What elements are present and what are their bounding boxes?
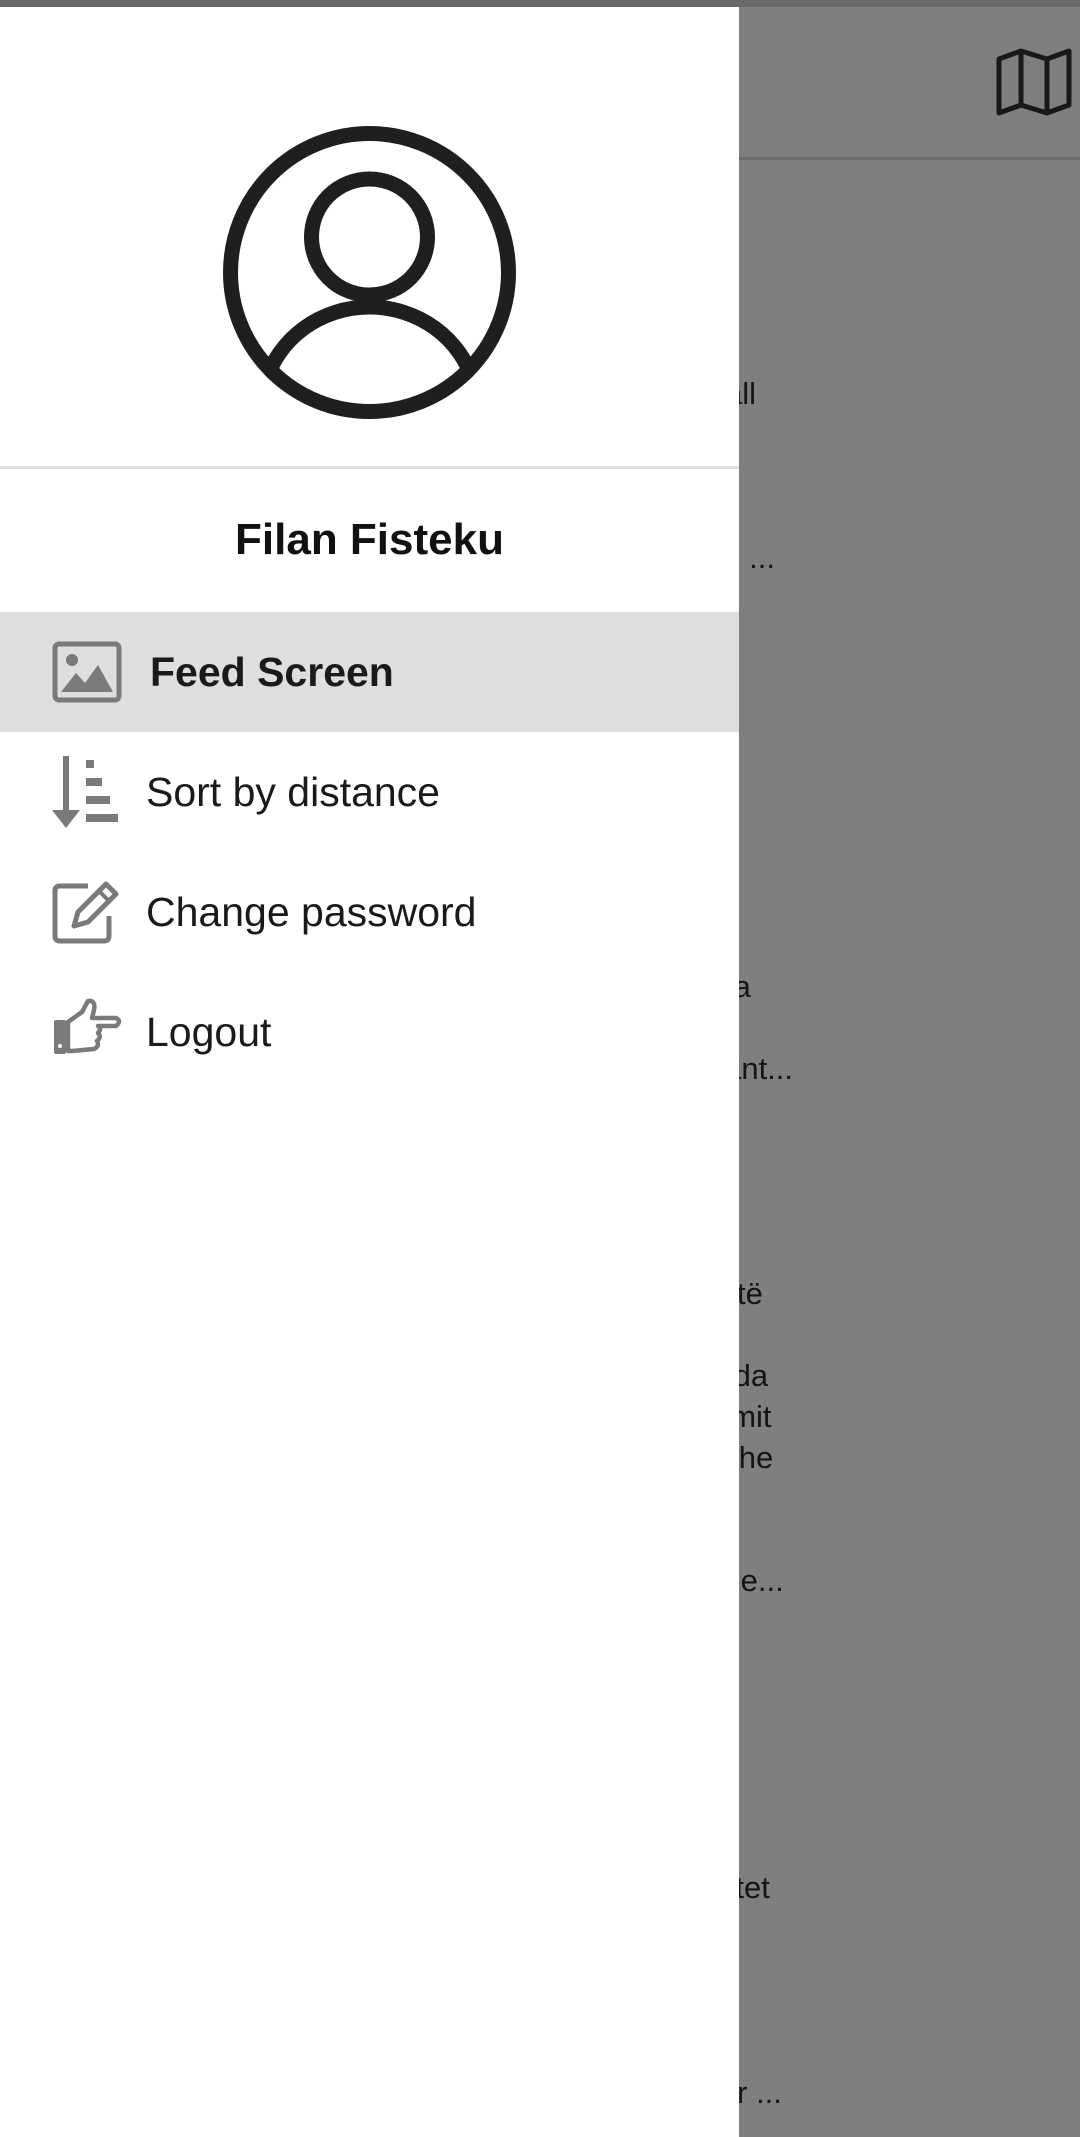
edit-icon xyxy=(52,881,119,944)
menu-item-label: Change password xyxy=(146,888,477,935)
menu-item-label: Logout xyxy=(146,1008,272,1055)
user-name: Filan Fisteku xyxy=(235,515,504,564)
account-circle-icon xyxy=(223,126,516,419)
menu-item-feed-screen[interactable]: Feed Screen xyxy=(0,612,739,732)
pointing-hand-icon xyxy=(54,998,122,1054)
menu-item-label: Feed Screen xyxy=(150,648,394,695)
menu-item-change-password[interactable]: Change password xyxy=(0,852,739,972)
app-screen: pi Shopping unën në vitin i shtrirë në n… xyxy=(0,0,1080,2137)
menu-item-sort-by-distance[interactable]: Sort by distance xyxy=(0,732,739,852)
menu-item-label: Sort by distance xyxy=(146,768,440,815)
image-icon xyxy=(52,641,122,703)
navigation-drawer: Filan Fisteku Feed Screen Sort by distan… xyxy=(0,7,739,2137)
status-bar xyxy=(0,0,1080,7)
header-divider xyxy=(0,466,739,469)
menu-item-logout[interactable]: Logout xyxy=(0,972,739,1092)
sort-descending-icon xyxy=(52,756,118,828)
